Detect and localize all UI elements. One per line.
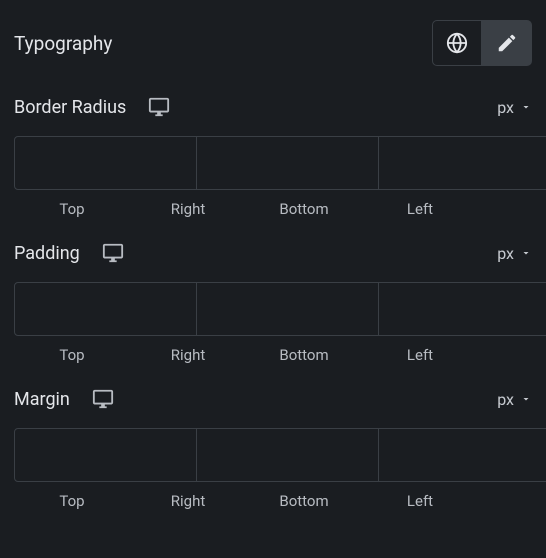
section-title: Typography	[14, 32, 112, 55]
input-row	[14, 428, 532, 482]
right-input[interactable]	[197, 428, 379, 482]
desktop-icon[interactable]	[92, 388, 114, 410]
unit-selector[interactable]: px	[497, 390, 532, 409]
unit-label: px	[497, 390, 514, 409]
control-header: Padding px	[14, 242, 532, 264]
control-label: Border Radius	[14, 97, 126, 118]
bottom-input[interactable]	[379, 428, 546, 482]
unit-label: px	[497, 98, 514, 117]
pencil-icon	[496, 32, 518, 54]
control-label-wrap: Margin	[14, 388, 114, 410]
unit-selector[interactable]: px	[497, 244, 532, 263]
chevron-down-icon	[520, 393, 532, 405]
label-spacer	[478, 200, 532, 218]
labels-row: Top Right Bottom Left	[14, 200, 532, 218]
chevron-down-icon	[520, 247, 532, 259]
control-header: Margin px	[14, 388, 532, 410]
control-label-wrap: Border Radius	[14, 96, 170, 118]
side-label-left: Left	[362, 492, 478, 510]
label-spacer	[478, 346, 532, 364]
desktop-icon[interactable]	[148, 96, 170, 118]
side-label-left: Left	[362, 200, 478, 218]
control-label: Padding	[14, 243, 80, 264]
bottom-input[interactable]	[379, 136, 546, 190]
unit-label: px	[497, 244, 514, 263]
side-label-top: Top	[14, 492, 130, 510]
header-actions	[432, 20, 532, 66]
labels-row: Top Right Bottom Left	[14, 346, 532, 364]
side-label-top: Top	[14, 200, 130, 218]
desktop-icon[interactable]	[102, 242, 124, 264]
section-header: Typography	[14, 20, 532, 66]
unit-selector[interactable]: px	[497, 98, 532, 117]
right-input[interactable]	[197, 136, 379, 190]
padding-control: Padding px To	[14, 242, 532, 364]
side-label-right: Right	[130, 200, 246, 218]
side-label-top: Top	[14, 346, 130, 364]
label-spacer	[478, 492, 532, 510]
side-label-bottom: Bottom	[246, 492, 362, 510]
top-input[interactable]	[14, 282, 197, 336]
input-row	[14, 136, 532, 190]
bottom-input[interactable]	[379, 282, 546, 336]
side-label-left: Left	[362, 346, 478, 364]
side-label-right: Right	[130, 492, 246, 510]
side-label-bottom: Bottom	[246, 346, 362, 364]
edit-button[interactable]	[482, 20, 532, 66]
side-label-right: Right	[130, 346, 246, 364]
border-radius-control: Border Radius px	[14, 96, 532, 218]
control-header: Border Radius px	[14, 96, 532, 118]
top-input[interactable]	[14, 136, 197, 190]
input-row	[14, 282, 532, 336]
control-label: Margin	[14, 389, 70, 410]
side-label-bottom: Bottom	[246, 200, 362, 218]
right-input[interactable]	[197, 282, 379, 336]
top-input[interactable]	[14, 428, 197, 482]
chevron-down-icon	[520, 101, 532, 113]
global-button[interactable]	[432, 20, 482, 66]
globe-icon	[446, 32, 468, 54]
labels-row: Top Right Bottom Left	[14, 492, 532, 510]
control-label-wrap: Padding	[14, 242, 124, 264]
margin-control: Margin px Top	[14, 388, 532, 510]
